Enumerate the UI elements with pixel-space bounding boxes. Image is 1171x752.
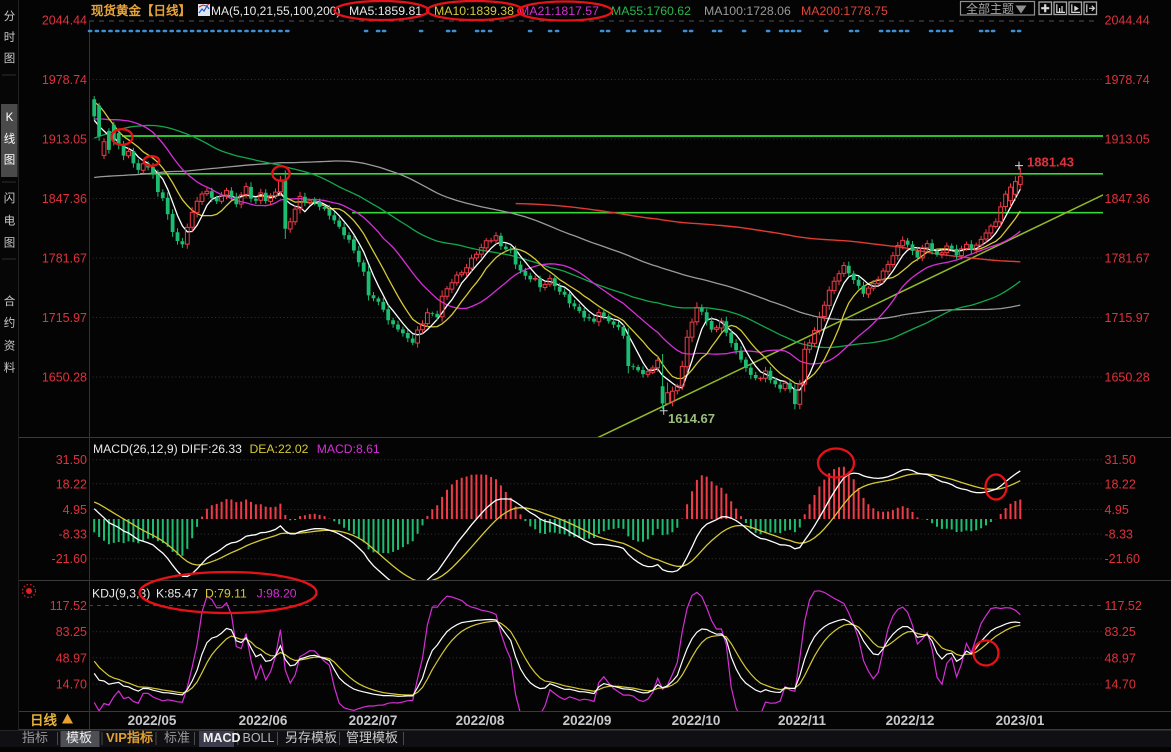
svg-text:48.97: 48.97 xyxy=(1105,651,1136,665)
svg-text:14.70: 14.70 xyxy=(56,678,87,692)
svg-text:-21.60: -21.60 xyxy=(1105,552,1140,566)
svg-text:全部主题: 全部主题 xyxy=(966,1,1014,16)
svg-text:1715.97: 1715.97 xyxy=(1105,311,1150,325)
svg-text:日线: 日线 xyxy=(30,712,57,728)
svg-text:标准: 标准 xyxy=(164,730,190,745)
svg-text:31.50: 31.50 xyxy=(56,453,87,467)
svg-text:1847.36: 1847.36 xyxy=(1105,192,1150,206)
svg-text:MACD:8.61: MACD:8.61 xyxy=(317,442,380,456)
svg-text:1978.74: 1978.74 xyxy=(1105,73,1150,87)
svg-text:MA55:1760.62: MA55:1760.62 xyxy=(611,4,691,18)
svg-text:14.70: 14.70 xyxy=(1105,678,1136,692)
svg-text:MA10:1839.38: MA10:1839.38 xyxy=(434,4,514,18)
svg-text:时: 时 xyxy=(4,31,16,44)
svg-text:18.22: 18.22 xyxy=(1105,477,1136,491)
svg-text:MACD(26,12,9): MACD(26,12,9) xyxy=(93,442,178,456)
svg-text:2022/12: 2022/12 xyxy=(886,713,935,728)
svg-text:D:79.11: D:79.11 xyxy=(205,587,247,601)
svg-text:电: 电 xyxy=(4,215,16,228)
svg-text:闪: 闪 xyxy=(4,191,16,205)
svg-text:2022/10: 2022/10 xyxy=(672,713,721,728)
svg-text:资: 资 xyxy=(4,340,16,353)
svg-text:2023/01: 2023/01 xyxy=(996,713,1045,728)
svg-text:-8.33: -8.33 xyxy=(1105,528,1134,542)
svg-text:1881.43: 1881.43 xyxy=(1027,155,1074,170)
svg-text:MA100:1728.06: MA100:1728.06 xyxy=(704,4,791,18)
svg-text:K:85.47: K:85.47 xyxy=(156,587,198,601)
svg-text:图: 图 xyxy=(4,154,16,167)
svg-text:1614.67: 1614.67 xyxy=(668,411,715,426)
svg-text:2022/09: 2022/09 xyxy=(563,713,612,728)
svg-text:DIFF:26.33: DIFF:26.33 xyxy=(181,442,242,456)
svg-text:4.95: 4.95 xyxy=(1105,503,1129,517)
svg-text:DEA:22.02: DEA:22.02 xyxy=(250,442,309,456)
svg-text:2044.44: 2044.44 xyxy=(42,14,87,28)
svg-text:MA(5,10,21,55,100,200): MA(5,10,21,55,100,200) xyxy=(211,4,340,18)
svg-text:1650.28: 1650.28 xyxy=(1105,371,1150,385)
svg-text:MA21:1817.57: MA21:1817.57 xyxy=(519,4,599,18)
svg-text:1650.28: 1650.28 xyxy=(42,371,87,385)
svg-text:1847.36: 1847.36 xyxy=(42,192,87,206)
svg-text:管理模板: 管理模板 xyxy=(346,730,398,745)
svg-text:MA200:1778.75: MA200:1778.75 xyxy=(801,4,888,18)
svg-text:线: 线 xyxy=(4,132,16,146)
svg-text:MA5:1859.81: MA5:1859.81 xyxy=(349,4,422,18)
svg-text:模板: 模板 xyxy=(66,730,92,745)
svg-text:1913.05: 1913.05 xyxy=(42,133,87,147)
svg-text:2022/11: 2022/11 xyxy=(778,713,827,728)
svg-text:MACD: MACD xyxy=(203,731,241,745)
svg-text:约: 约 xyxy=(4,316,16,330)
svg-text:合: 合 xyxy=(4,294,16,308)
svg-text:图: 图 xyxy=(4,52,16,65)
svg-text:2022/07: 2022/07 xyxy=(349,713,398,728)
svg-text:83.25: 83.25 xyxy=(1105,625,1136,639)
svg-text:31.50: 31.50 xyxy=(1105,453,1136,467)
svg-text:2022/08: 2022/08 xyxy=(456,713,505,728)
svg-text:117.52: 117.52 xyxy=(1105,599,1142,613)
svg-text:图: 图 xyxy=(4,237,16,250)
svg-text:2022/05: 2022/05 xyxy=(128,713,177,728)
svg-text:K: K xyxy=(6,112,14,124)
svg-text:2022/06: 2022/06 xyxy=(239,713,288,728)
svg-text:BOLL: BOLL xyxy=(243,731,275,745)
svg-text:1781.67: 1781.67 xyxy=(1105,252,1150,266)
svg-text:1781.67: 1781.67 xyxy=(42,252,87,266)
svg-text:指标: 指标 xyxy=(22,730,48,745)
svg-text:117.52: 117.52 xyxy=(50,599,87,613)
svg-text:J:98.20: J:98.20 xyxy=(257,587,297,601)
svg-text:-8.33: -8.33 xyxy=(59,528,88,542)
svg-text:现货黄金【日线】: 现货黄金【日线】 xyxy=(91,3,191,18)
svg-text:-21.60: -21.60 xyxy=(52,552,87,566)
svg-text:1715.97: 1715.97 xyxy=(42,311,87,325)
svg-text:4.95: 4.95 xyxy=(63,503,87,517)
svg-text:2044.44: 2044.44 xyxy=(1105,14,1150,28)
svg-text:另存模板: 另存模板 xyxy=(285,730,337,745)
svg-text:1913.05: 1913.05 xyxy=(1105,133,1150,147)
svg-text:料: 料 xyxy=(4,361,16,375)
svg-text:VIP指标: VIP指标 xyxy=(106,730,153,745)
svg-text:83.25: 83.25 xyxy=(56,625,87,639)
svg-text:18.22: 18.22 xyxy=(56,477,87,491)
svg-text:1978.74: 1978.74 xyxy=(42,73,87,87)
svg-text:分: 分 xyxy=(4,10,16,23)
svg-text:48.97: 48.97 xyxy=(56,651,87,665)
